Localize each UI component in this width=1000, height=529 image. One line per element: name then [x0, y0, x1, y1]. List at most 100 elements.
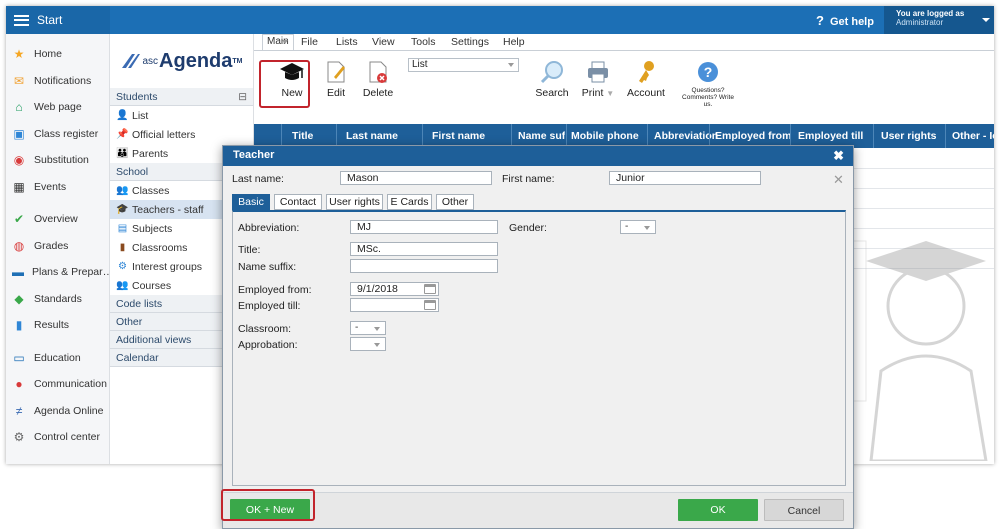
cancel-button[interactable]: Cancel [764, 499, 844, 521]
dialog-title-bar: Teacher ✖ [223, 146, 853, 166]
sidebar-item-control-center[interactable]: ⚙ Control center [6, 424, 109, 451]
column-header-mobile-phone[interactable]: Mobile phone [571, 130, 639, 142]
sidebar-item-home[interactable]: ★ Home [6, 41, 109, 68]
tab-user-rights[interactable]: User rights [326, 194, 383, 210]
sidebar-item-label: Grades [34, 239, 69, 252]
parents-icon: 👪 [116, 148, 129, 159]
sidebar-item-agenda-online[interactable]: ≠ Agenda Online [6, 398, 109, 425]
sidebar-item-class-register[interactable]: ▣ Class register [6, 121, 109, 148]
sidebar-item-standards[interactable]: ◆ Standards [6, 286, 109, 313]
list-icon: 👤 [116, 110, 129, 121]
grades-icon: ◍ [13, 238, 25, 253]
user-menu[interactable]: You are logged as Administrator [884, 6, 994, 34]
logo-tm: TM [232, 57, 243, 65]
search-button[interactable]: Search [534, 57, 570, 99]
first-name-field[interactable]: Junior [609, 171, 761, 185]
section-code-lists-label: Code lists [116, 297, 163, 310]
door-icon: ▮ [119, 242, 126, 253]
start-button[interactable]: Start [6, 6, 110, 34]
sidebar-item-substitution[interactable]: ◉ Substitution [6, 147, 109, 174]
column-header-employed-from[interactable]: Employed from [715, 130, 791, 142]
sidebar-item-communication[interactable]: ● Communication [6, 371, 109, 398]
section-additional-views-label: Additional views [116, 333, 192, 346]
column-header-first-name[interactable]: First name [432, 130, 485, 142]
tab-other[interactable]: Other [436, 194, 474, 210]
ribbon-tab-settings[interactable]: Settings [451, 36, 489, 48]
subnav-item-list[interactable]: 👤 List [110, 106, 253, 125]
column-header-employed-till[interactable]: Employed till [798, 130, 863, 142]
list-select[interactable]: List [408, 58, 519, 72]
column-header-user-rights[interactable]: User rights [881, 130, 936, 142]
edit-icon [318, 57, 354, 87]
sidebar-item-web-page[interactable]: ⌂ Web page [6, 94, 109, 121]
collapse-icon[interactable]: ⊟ [238, 91, 247, 103]
ribbon-tab-view[interactable]: View [372, 36, 395, 48]
ribbon-tab-help[interactable]: Help [503, 36, 525, 48]
asc-agenda-logo: asc Agenda TM [110, 34, 253, 88]
calendar-icon[interactable] [424, 300, 436, 310]
sidebar-item-results[interactable]: ▮ Results [6, 312, 109, 339]
ribbon-tab-lists[interactable]: Lists [336, 36, 358, 48]
column-header-last-name[interactable]: Last name [346, 130, 398, 142]
ribbon-tab-main[interactable]: Main [262, 34, 294, 50]
courses-icon: 👥 [116, 280, 129, 291]
subnav-item-label: Classes [132, 184, 170, 197]
print-dropdown-icon[interactable]: ▼ [606, 89, 614, 98]
sidebar-item-events[interactable]: ▦ Events [6, 174, 109, 201]
column-header-other-icons[interactable]: Other - Icons [952, 130, 994, 142]
employed-from-field[interactable]: 9/1/2018 [350, 282, 439, 296]
edit-button[interactable]: Edit [318, 57, 354, 99]
column-header-name-suffix[interactable]: Name suffix [518, 130, 565, 142]
section-students[interactable]: Students ⊟ [110, 88, 253, 106]
feedback-button[interactable]: ? Questions? Comments? Write us. [678, 57, 738, 108]
gender-select[interactable]: - [620, 220, 656, 234]
employed-till-label: Employed till: [238, 300, 301, 312]
ok-new-button-highlight [221, 489, 315, 521]
tab-contact[interactable]: Contact [274, 194, 322, 210]
sidebar-item-label: Class register [34, 127, 99, 140]
pin-icon[interactable]: ✕ [833, 172, 844, 188]
column-header-title[interactable]: Title [292, 130, 313, 142]
classroom-select[interactable]: - [350, 321, 386, 335]
tab-basic[interactable]: Basic [232, 194, 270, 210]
calendar-icon[interactable] [424, 284, 436, 294]
delete-icon [358, 57, 398, 87]
ribbon-tab-tools[interactable]: Tools [411, 36, 436, 48]
sidebar-item-grades[interactable]: ◍ Grades [6, 233, 109, 260]
last-name-label: Last name: [232, 173, 284, 185]
interest-groups-icon: ⚙ [118, 261, 127, 272]
delete-button[interactable]: Delete [358, 57, 398, 99]
sidebar-item-label: Control center [34, 431, 100, 444]
sidebar-item-notifications[interactable]: ✉ Notifications [6, 68, 109, 95]
sidebar-item-plans-prepar[interactable]: ▬ Plans & Prepar… [6, 259, 113, 286]
section-other-label: Other [116, 315, 143, 328]
employed-till-field[interactable] [350, 298, 439, 312]
abbreviation-field[interactable]: MJ [350, 220, 498, 234]
sidebar-item-label: Agenda Online [34, 404, 104, 417]
subnav-item-label: Subjects [132, 222, 173, 235]
get-help-button[interactable]: ? Get help [816, 13, 874, 28]
approbation-select[interactable] [350, 337, 386, 351]
title-field[interactable]: MSc. [350, 242, 498, 256]
last-name-field[interactable]: Mason [340, 171, 492, 185]
calendar-icon: ▦ [13, 179, 25, 194]
sidebar-item-label: Substitution [34, 154, 89, 167]
print-button[interactable]: Print ▼ [578, 57, 618, 99]
top-bar: Start ? Get help You are logged as Admini… [6, 6, 994, 34]
sidebar-item-education[interactable]: ▭ Education [6, 345, 109, 372]
close-icon[interactable]: ✖ [833, 148, 844, 164]
tab-e-cards[interactable]: E Cards [387, 194, 432, 210]
ribbon-tab-file[interactable]: File [301, 36, 318, 48]
name-suffix-field[interactable] [350, 259, 498, 273]
sidebar-item-overview[interactable]: ✔ Overview [6, 206, 109, 233]
classes-icon: 👥 [116, 185, 129, 196]
logo-text: Agenda [159, 49, 233, 72]
account-button[interactable]: Account [626, 57, 666, 99]
subnav-item-label: Official letters [132, 128, 196, 141]
ok-button[interactable]: OK [678, 499, 758, 521]
feedback-label: Questions? Comments? Write us. [682, 87, 734, 108]
subnav-item-label: Courses [132, 279, 172, 292]
new-button-highlight [259, 60, 310, 108]
briefcase-icon: ▬ [12, 265, 24, 280]
subnav-item-official-letters[interactable]: 📌 Official letters [110, 125, 253, 144]
